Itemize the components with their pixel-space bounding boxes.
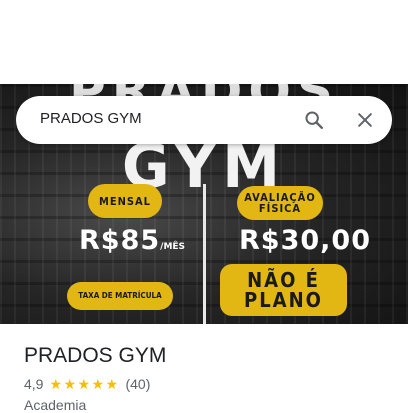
star-icon: ★	[91, 376, 105, 392]
map-top-area	[0, 0, 408, 84]
star-icon: ★	[105, 376, 119, 392]
place-title: PRADOS GYM	[24, 344, 167, 367]
search-icon	[305, 111, 323, 129]
star-icon: ★	[63, 376, 77, 392]
star-icon: ★	[49, 376, 63, 392]
mensal-price: R$85/MÊS	[79, 225, 185, 256]
review-count[interactable]: (40)	[125, 376, 150, 392]
photo-divider	[203, 184, 206, 324]
mensal-badge: MENSAL	[88, 184, 162, 218]
nao-e-plano-badge: NÃO É PLANO	[220, 264, 347, 316]
mensal-price-unit: /MÊS	[160, 242, 186, 252]
rating-stars: ★ ★ ★ ★ ★	[49, 377, 119, 391]
place-category: Academia	[24, 397, 87, 413]
clear-search-button[interactable]	[349, 104, 381, 136]
search-button[interactable]	[298, 104, 330, 136]
rating-row[interactable]: 4,9 ★ ★ ★ ★ ★ (40)	[24, 376, 150, 392]
taxa-badge: TAXA DE MATRÍCULA	[67, 282, 173, 310]
mensal-price-value: R$85	[79, 225, 161, 256]
place-info-panel[interactable]: PRADOS GYM 4,9 ★ ★ ★ ★ ★ (40) Academia	[0, 324, 408, 413]
search-input[interactable]: PRADOS GYM	[40, 110, 142, 127]
close-icon	[358, 113, 372, 127]
rating-value: 4,9	[24, 376, 44, 392]
avaliacao-price: R$30,00	[239, 225, 371, 256]
avaliacao-badge: AVALIAÇÃO FÍSICA	[237, 186, 323, 220]
star-icon: ★	[77, 376, 91, 392]
search-bar[interactable]: PRADOS GYM	[16, 96, 392, 144]
